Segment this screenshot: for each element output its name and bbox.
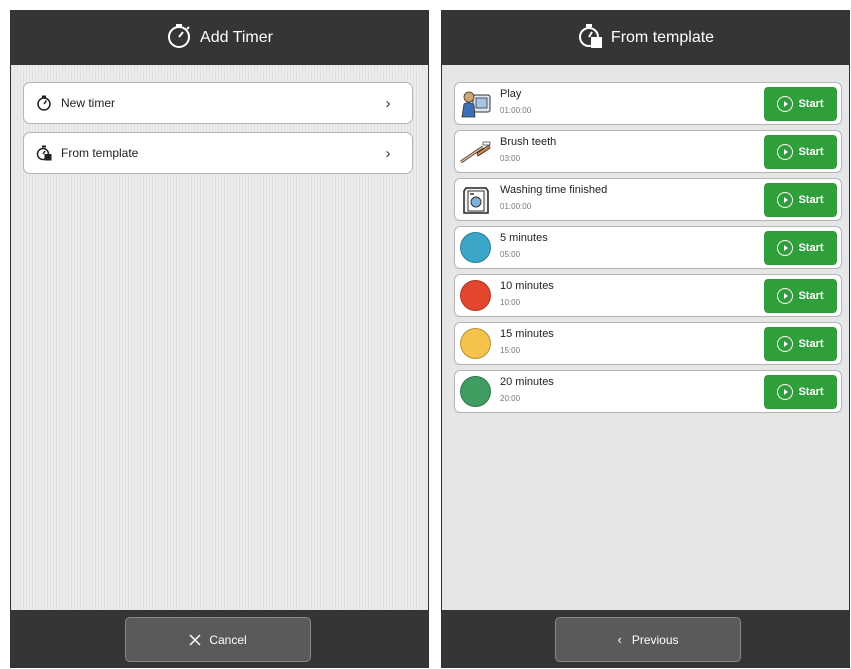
start-label: Start <box>798 146 824 158</box>
washing-machine-icon <box>459 183 493 217</box>
from-template-label: From template <box>61 146 139 160</box>
start-label: Start <box>798 290 824 302</box>
play-circle-icon <box>777 96 794 112</box>
start-button[interactable]: Start <box>764 231 837 265</box>
from-template-footer: ‹ Previous <box>442 610 849 667</box>
start-button[interactable]: Start <box>764 183 837 217</box>
from-template-item[interactable]: From template › <box>23 132 413 174</box>
from-template-panel: From template Play 01:00:00 Start Brush … <box>441 10 850 668</box>
play-circle-icon <box>777 192 794 208</box>
new-timer-item[interactable]: New timer › <box>23 82 413 124</box>
circle-icon <box>460 328 491 359</box>
toothbrush-icon <box>459 135 493 169</box>
template-name: 20 minutes <box>500 376 554 388</box>
template-name: Washing time finished <box>500 184 608 196</box>
play-circle-icon <box>777 384 794 400</box>
template-row-play[interactable]: Play 01:00:00 Start <box>454 82 842 125</box>
play-circle-icon <box>777 240 794 256</box>
previous-button[interactable]: ‹ Previous <box>555 617 741 662</box>
template-name: 10 minutes <box>500 280 554 292</box>
template-duration: 05:00 <box>500 250 521 259</box>
template-name: Play <box>500 88 522 100</box>
play-circle-icon <box>777 336 794 352</box>
template-duration: 15:00 <box>500 346 521 355</box>
chevron-right-icon: › <box>385 94 391 112</box>
page-title: From template <box>610 29 715 46</box>
circle-icon <box>460 376 491 407</box>
previous-label: Previous <box>631 632 679 647</box>
stopwatch-icon <box>166 23 192 54</box>
start-label: Start <box>798 98 824 110</box>
template-duration: 10:00 <box>500 298 521 307</box>
circle-icon <box>460 280 491 311</box>
circle-icon <box>460 232 491 263</box>
start-label: Start <box>798 194 824 206</box>
chevron-right-icon: › <box>385 144 391 162</box>
new-timer-label: New timer <box>61 96 116 110</box>
from-template-header: From template <box>442 11 849 65</box>
add-timer-footer: Cancel <box>11 610 428 667</box>
start-button[interactable]: Start <box>764 135 837 169</box>
close-icon <box>189 633 201 646</box>
cancel-label: Cancel <box>209 632 247 647</box>
template-row-brush-teeth[interactable]: Brush teeth 03:00 Start <box>454 130 842 173</box>
template-name: 15 minutes <box>500 328 554 340</box>
start-label: Start <box>798 386 824 398</box>
play-pictogram-icon <box>459 87 493 121</box>
add-timer-panel: Add Timer New timer › From template › Ca… <box>10 10 429 668</box>
play-circle-icon <box>777 288 794 304</box>
start-button[interactable]: Start <box>764 327 837 361</box>
template-name: Brush teeth <box>500 136 557 148</box>
template-row-washing[interactable]: Washing time finished 01:00:00 Start <box>454 178 842 221</box>
add-timer-header: Add Timer <box>11 11 428 65</box>
template-stopwatch-icon <box>34 143 54 163</box>
template-row-20-minutes[interactable]: 20 minutes 20:00 Start <box>454 370 842 413</box>
cancel-button[interactable]: Cancel <box>125 617 311 662</box>
template-row-5-minutes[interactable]: 5 minutes 05:00 Start <box>454 226 842 269</box>
chevron-left-icon: ‹ <box>617 632 622 647</box>
start-button[interactable]: Start <box>764 279 837 313</box>
play-circle-icon <box>777 144 794 160</box>
template-duration: 03:00 <box>500 154 521 163</box>
start-button[interactable]: Start <box>764 375 837 409</box>
template-duration: 01:00:00 <box>500 106 532 115</box>
template-stopwatch-icon <box>577 23 603 54</box>
template-row-10-minutes[interactable]: 10 minutes 10:00 Start <box>454 274 842 317</box>
template-name: 5 minutes <box>500 232 548 244</box>
page-title: Add Timer <box>200 29 273 46</box>
template-duration: 01:00:00 <box>500 202 532 211</box>
template-duration: 20:00 <box>500 394 521 403</box>
start-label: Start <box>798 338 824 350</box>
template-row-15-minutes[interactable]: 15 minutes 15:00 Start <box>454 322 842 365</box>
start-button[interactable]: Start <box>764 87 837 121</box>
stopwatch-icon <box>34 93 54 113</box>
start-label: Start <box>798 242 824 254</box>
